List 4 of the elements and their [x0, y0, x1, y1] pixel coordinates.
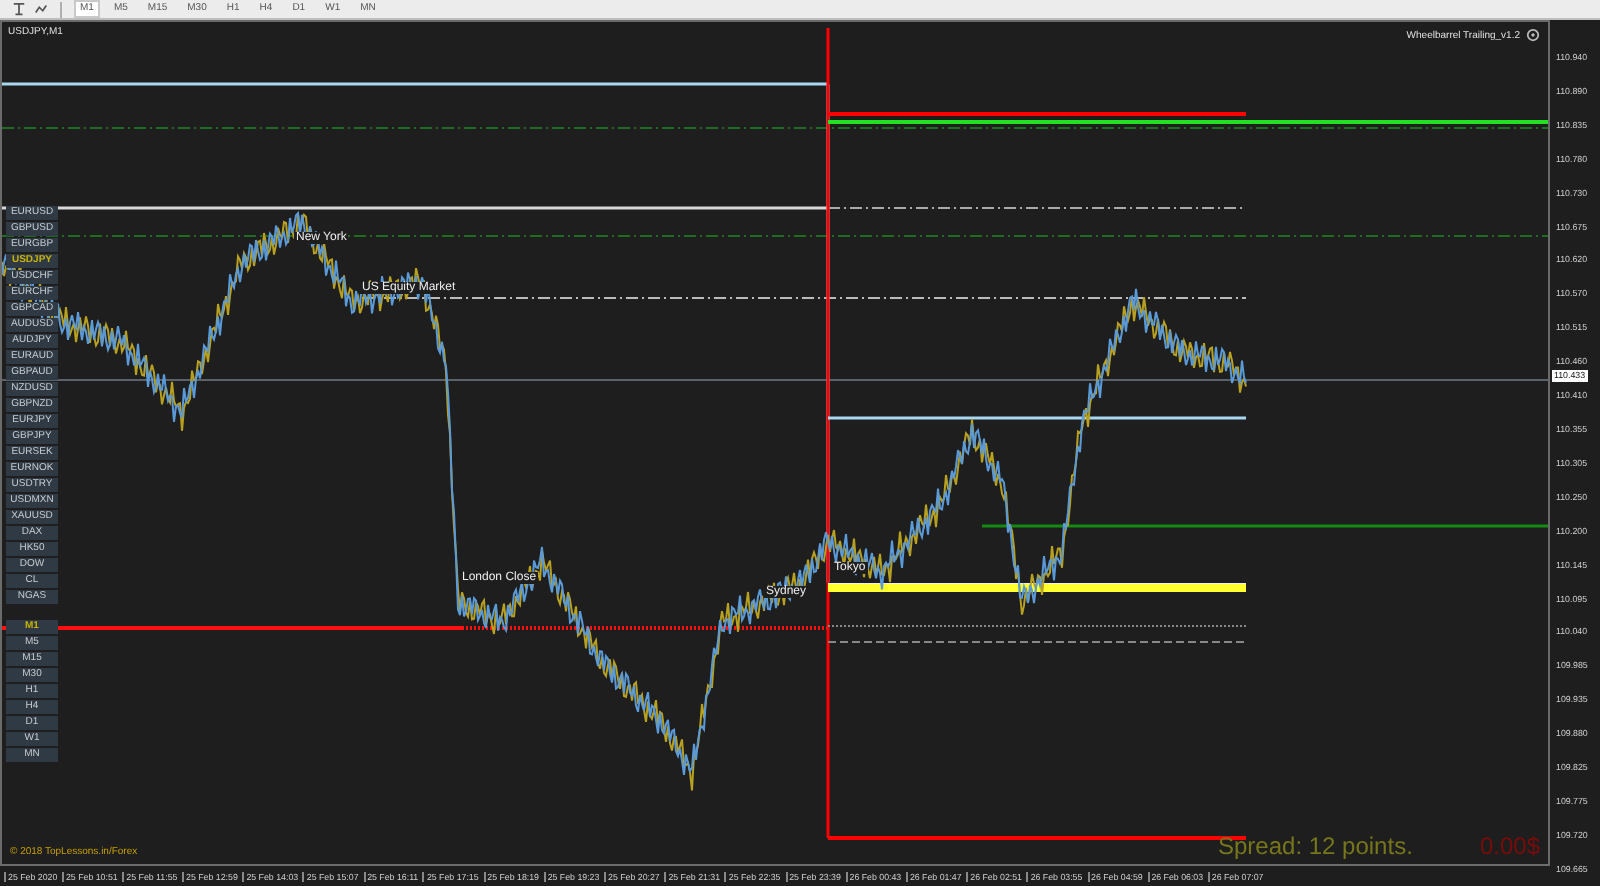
profit-text: 0.00$	[1479, 832, 1540, 860]
spread-text: Spread: 12 points.	[1218, 832, 1413, 860]
text-tool-icon[interactable]	[12, 2, 26, 16]
chart-tool-icon[interactable]	[34, 2, 48, 16]
